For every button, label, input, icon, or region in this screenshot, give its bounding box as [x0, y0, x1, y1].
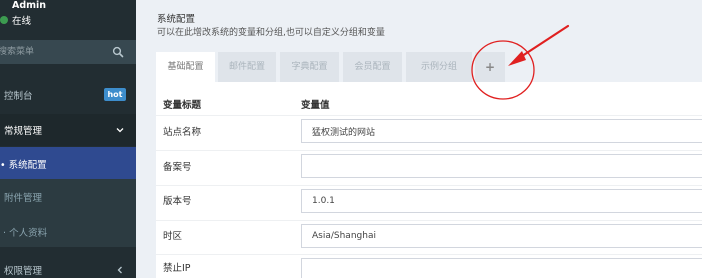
tab-dictionary[interactable]: 字典配置	[280, 52, 339, 82]
tab-email[interactable]: 邮件配置	[218, 52, 276, 82]
tab-example-group[interactable]: 示例分组	[406, 52, 472, 82]
config-panel: 变量标题 变量值 站点名称 备案号 版本号 时区 禁止IP	[156, 82, 702, 278]
row-label-beian: 备案号	[163, 162, 192, 173]
sidebar-item-label: • 系统配置	[0, 160, 47, 171]
sidebar-item-label: 常规管理	[4, 126, 43, 137]
search-icon[interactable]	[112, 46, 124, 58]
sidebar-search	[0, 40, 136, 64]
sidebar-item-permissions[interactable]: 权限管理	[0, 254, 136, 278]
sidebar-item-profile[interactable]: · 个人资料	[0, 216, 136, 248]
sidebar-item-label: · 个人资料	[3, 228, 48, 239]
tab-basic[interactable]: 基础配置	[156, 52, 215, 82]
menu-search-input[interactable]	[0, 40, 108, 64]
hot-badge: hot	[104, 88, 126, 101]
circle-bullet-icon: •	[0, 160, 6, 171]
sidebar: Admin 在线 控制台 hot 常规管理 • 系统配置 附件管理 ·	[0, 0, 136, 278]
tab-member[interactable]: 会员配置	[343, 52, 402, 82]
sidebar-item-general[interactable]: 常规管理	[0, 114, 136, 146]
sidebar-item-system-config[interactable]: • 系统配置	[0, 147, 136, 179]
row-label-timezone: 时区	[163, 231, 183, 242]
row-divider	[156, 185, 702, 186]
bullet-icon: ·	[3, 228, 7, 239]
chevron-left-icon	[117, 266, 122, 274]
column-header-value: 变量值	[301, 100, 330, 111]
chevron-down-icon	[116, 128, 124, 133]
row-divider	[156, 150, 702, 151]
page-title: 系统配置	[157, 14, 196, 25]
row-label-site-name: 站点名称	[163, 127, 202, 138]
beian-field[interactable]	[301, 154, 702, 178]
main-content: 系统配置 可以在此增改系统的变量和分组,也可以自定义分组和变量 基础配置 邮件配…	[136, 0, 702, 278]
sidebar-item-attachments[interactable]: 附件管理	[0, 181, 136, 213]
forbidden-ip-field[interactable]	[301, 258, 702, 278]
sidebar-item-label: 控制台	[4, 91, 33, 102]
row-label-version: 版本号	[163, 196, 192, 207]
version-field[interactable]	[301, 189, 702, 213]
column-header-title: 变量标题	[163, 100, 202, 111]
row-divider	[156, 220, 702, 221]
timezone-field[interactable]	[301, 224, 702, 248]
row-divider	[156, 254, 702, 255]
row-divider	[156, 115, 702, 116]
sidebar-item-label: 权限管理	[4, 266, 43, 277]
row-label-forbidden-ip: 禁止IP	[163, 263, 191, 274]
user-name: Admin	[12, 0, 47, 11]
user-status: 在线	[12, 16, 32, 27]
page-subtitle: 可以在此增改系统的变量和分组,也可以自定义分组和变量	[157, 28, 385, 38]
site-name-field[interactable]	[301, 119, 702, 143]
sidebar-item-label: 附件管理	[4, 193, 43, 204]
online-status-dot-icon	[0, 16, 8, 24]
user-panel: Admin 在线	[0, 0, 136, 34]
add-tab-button[interactable]: +	[475, 52, 505, 82]
